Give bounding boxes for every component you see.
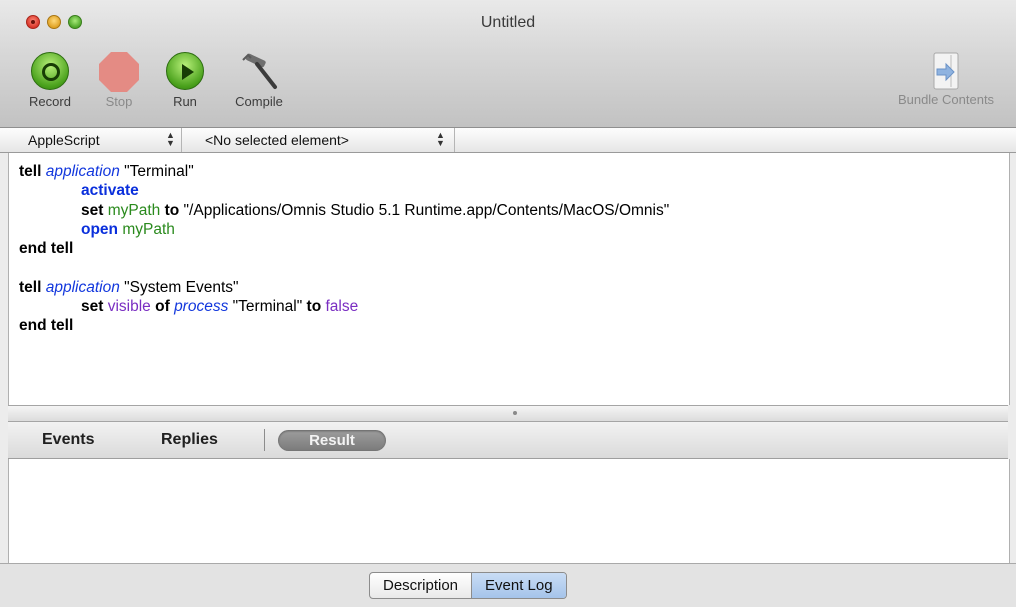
bundle-contents-button[interactable]: Bundle Contents [876,52,1016,107]
pane-splitter[interactable] [8,405,1008,422]
bottom-bar: Description Event Log [0,563,1016,607]
script-text[interactable]: tell application "Terminal" activate set m… [19,162,669,336]
run-icon [166,52,204,90]
description-button[interactable]: Description [370,573,471,598]
view-segmented-control: Description Event Log [369,572,567,599]
record-label: Record [29,94,71,109]
tab-events[interactable]: Events [42,431,94,449]
code-line: end tell [19,240,74,258]
run-label: Run [173,94,197,109]
code-line: activate [81,182,139,200]
result-tab-bar: Events Replies Result [8,422,1008,459]
code-line: set visible of process "Terminal" to fal… [81,298,359,316]
record-button[interactable]: Record [20,52,80,109]
record-icon [31,52,69,90]
code-line: tell application "Terminal" [19,163,194,180]
popup-arrows-icon: ▲ ▼ [166,130,175,148]
splitter-handle-icon [513,411,517,415]
window-title: Untitled [480,14,536,31]
bundle-contents-label: Bundle Contents [897,92,995,107]
compile-button[interactable]: Compile [222,52,296,109]
code-line-blank: ​ [19,258,669,277]
code-line: set myPath to "/Applications/Omnis Studi… [81,201,670,219]
stop-button[interactable]: Stop [94,52,144,109]
language-popup[interactable]: AppleScript ▲ ▼ [8,128,182,152]
tab-result[interactable]: Result [278,430,386,451]
bundle-contents-icon [933,52,959,90]
compile-label: Compile [235,94,283,109]
script-editor[interactable]: tell application "Terminal" activate set m… [8,153,1010,405]
run-button[interactable]: Run [160,52,210,109]
title-toolbar: Untitled Record Stop Run Compile Bundle … [0,0,1016,128]
code-line: end tell [19,317,74,335]
stop-label: Stop [105,94,133,109]
popup-arrows-icon: ▲ ▼ [436,130,445,148]
hammer-icon [242,53,277,89]
code-line: open myPath [81,220,175,238]
result-pane[interactable] [8,459,1010,563]
code-line: tell application "System Events" [19,278,239,296]
navigation-bar: AppleScript ▲ ▼ <No selected element> ▲ ▼ [0,128,1016,153]
language-value: AppleScript [28,132,100,148]
tab-divider [264,429,265,451]
script-editor-window: Untitled Record Stop Run Compile Bundle … [0,0,1016,607]
element-value: <No selected element> [205,132,349,148]
tab-replies[interactable]: Replies [161,431,218,449]
stop-icon [99,52,139,92]
element-popup[interactable]: <No selected element> ▲ ▼ [182,128,455,152]
event-log-button[interactable]: Event Log [471,573,566,598]
